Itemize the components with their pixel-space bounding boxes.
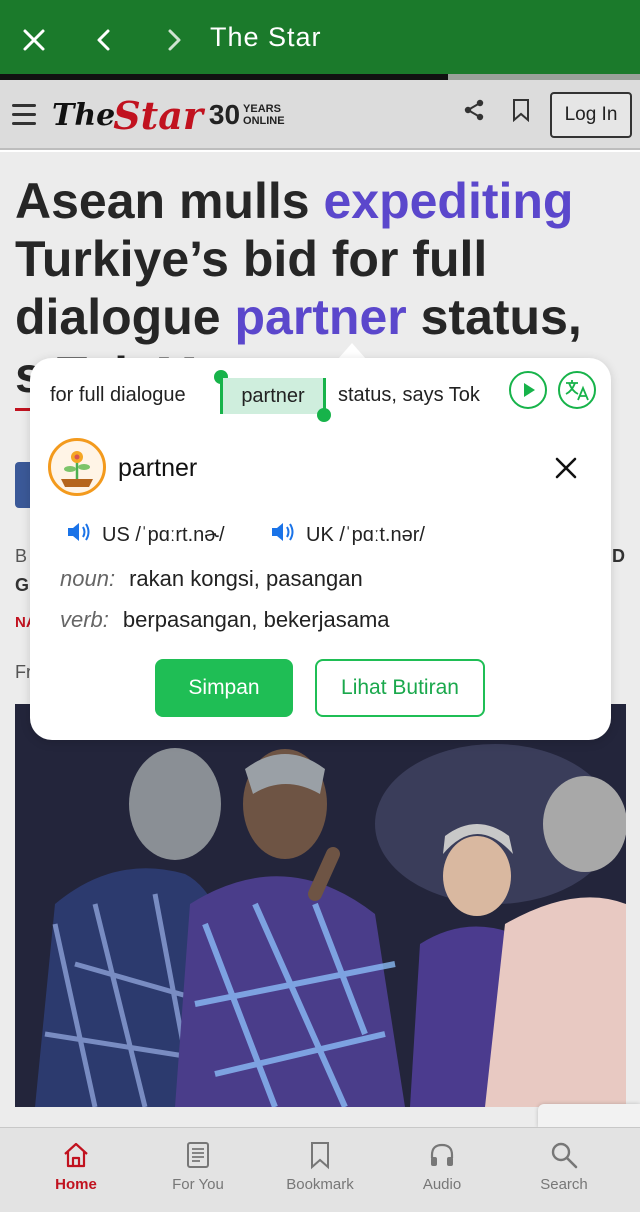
- the-star-logo[interactable]: The Star 30 YEARS ONLINE: [52, 92, 285, 138]
- byline-stub: B: [15, 546, 28, 566]
- tab-home[interactable]: Home: [12, 1128, 140, 1212]
- close-popup-icon[interactable]: [552, 454, 580, 482]
- bookmark-icon: [311, 1142, 329, 1170]
- popup-caret: [338, 343, 366, 359]
- headphones-icon: [430, 1143, 454, 1166]
- menu-icon[interactable]: [12, 104, 36, 131]
- browser-title: The Star: [210, 22, 322, 52]
- browser-app-bar: The Star: [0, 0, 640, 78]
- back-icon[interactable]: [84, 20, 124, 60]
- tab-audio[interactable]: Audio: [378, 1128, 506, 1212]
- uk-pronunciation[interactable]: UK /ˈpɑːt.nər/: [270, 520, 425, 550]
- home-icon: [64, 1142, 88, 1168]
- search-icon: [551, 1142, 578, 1169]
- recaptcha-badge[interactable]: [538, 1104, 640, 1128]
- selection-handle-end[interactable]: [317, 408, 331, 422]
- tab-bookmark[interactable]: Bookmark: [256, 1128, 384, 1212]
- us-pronunciation[interactable]: US /ˈpɑːrt.nɚ/: [66, 520, 225, 550]
- article-photo[interactable]: [15, 704, 626, 1107]
- tab-for-you[interactable]: For You: [134, 1128, 262, 1212]
- save-button[interactable]: Simpan: [155, 659, 293, 717]
- entry-word: partner: [118, 454, 198, 482]
- definition-noun: noun: rakan kongsi, pasangan: [60, 566, 363, 591]
- plant-logo-icon: [48, 438, 106, 496]
- dictionary-popup: for full dialogue partner status, says T…: [30, 358, 611, 740]
- context-selected-word[interactable]: partner: [220, 378, 326, 414]
- tab-search[interactable]: Search: [500, 1128, 628, 1212]
- share-icon[interactable]: [462, 98, 486, 126]
- speaker-icon[interactable]: [270, 520, 296, 550]
- news-icon: [187, 1142, 209, 1168]
- context-after: status, says Tok: [338, 384, 480, 406]
- definition-verb: verb: berpasangan, bekerjasama: [60, 607, 390, 632]
- login-button[interactable]: Log In: [550, 92, 632, 138]
- close-icon[interactable]: [14, 20, 54, 60]
- right-stub: D: [612, 546, 625, 566]
- author-stub: G: [15, 575, 30, 595]
- speaker-icon[interactable]: [66, 520, 92, 550]
- view-details-button[interactable]: Lihat Butiran: [315, 659, 485, 717]
- play-icon[interactable]: [509, 371, 547, 409]
- bookmark-icon[interactable]: [510, 98, 532, 126]
- bottom-navigation: Home For You Bookmark Audio Search: [0, 1127, 640, 1212]
- forward-icon[interactable]: [154, 20, 194, 60]
- context-before: for full dialogue: [50, 384, 186, 406]
- translate-icon[interactable]: [558, 371, 596, 409]
